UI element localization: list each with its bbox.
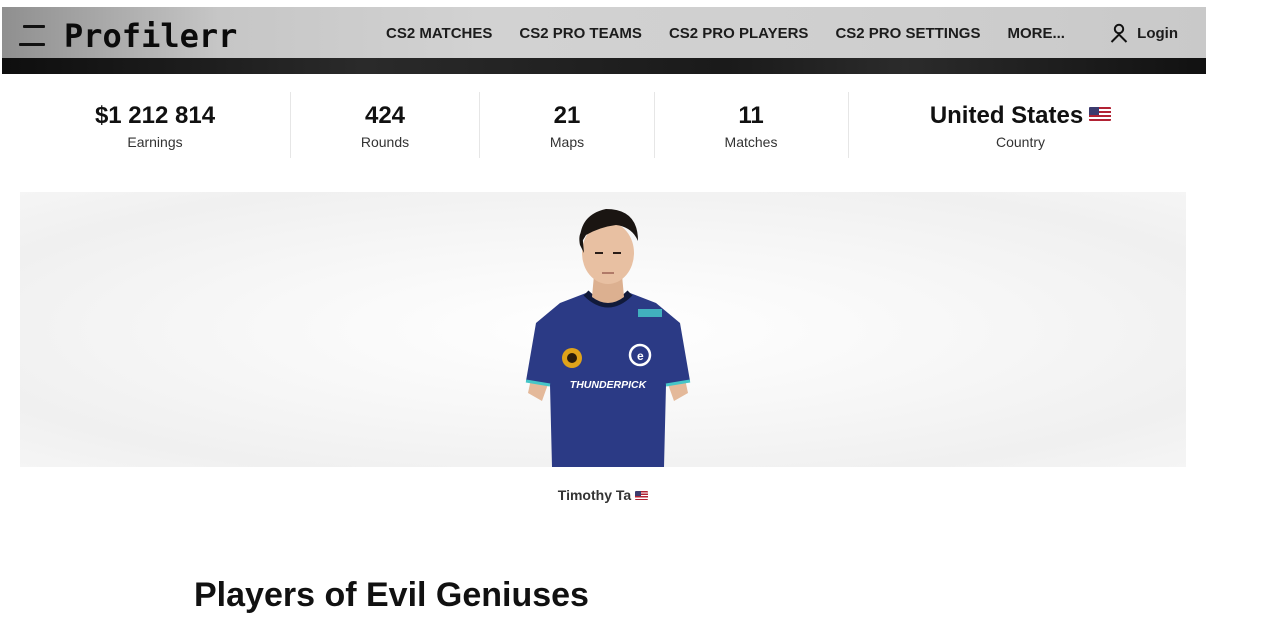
stat-country: United States Country: [849, 92, 1192, 158]
nav-cs2-pro-settings[interactable]: CS2 PRO SETTINGS: [835, 25, 980, 42]
stat-earnings-label: Earnings: [127, 134, 183, 150]
stat-rounds-label: Rounds: [360, 134, 410, 150]
nav-cs2-matches[interactable]: CS2 MATCHES: [386, 25, 492, 42]
stat-maps: 21 Maps: [480, 92, 654, 158]
nav-cs2-pro-players[interactable]: CS2 PRO PLAYERS: [669, 25, 809, 42]
header-banner-strip: [2, 58, 1206, 74]
us-flag-icon: [635, 491, 649, 500]
section-title: Players of Evil Geniuses: [194, 576, 589, 614]
site-header: Profilerr CS2 MATCHES CS2 PRO TEAMS CS2 …: [2, 7, 1206, 74]
login-label: Login: [1137, 24, 1178, 42]
login-button[interactable]: Login: [1109, 23, 1178, 43]
player-photo: e THUNDERPICK: [525, 209, 691, 467]
player-caption: Timothy Ta: [0, 487, 1206, 503]
stat-maps-label: Maps: [549, 134, 585, 150]
nav-more[interactable]: MORE...: [1007, 25, 1065, 42]
nav-cs2-pro-teams[interactable]: CS2 PRO TEAMS: [519, 25, 642, 42]
stat-maps-value: 21: [553, 102, 581, 129]
svg-text:e: e: [637, 349, 644, 363]
player-stats: $1 212 814 Earnings 424 Rounds 21 Maps 1…: [20, 92, 1206, 158]
us-flag-icon: [1089, 107, 1112, 121]
stat-earnings-value: $1 212 814: [94, 102, 216, 129]
stat-matches-value: 11: [738, 102, 764, 129]
main-nav: CS2 MATCHES CS2 PRO TEAMS CS2 PRO PLAYER…: [386, 25, 1065, 42]
country-name: United States: [929, 102, 1084, 129]
site-logo[interactable]: Profilerr: [64, 17, 237, 55]
stat-country-value: United States: [849, 102, 1192, 130]
stat-matches: 11 Matches: [655, 92, 847, 158]
stat-country-label: Country: [995, 134, 1046, 150]
stat-earnings: $1 212 814 Earnings: [20, 92, 290, 158]
stat-rounds: 424 Rounds: [291, 92, 479, 158]
hamburger-menu-icon[interactable]: [19, 23, 47, 47]
user-icon: [1110, 23, 1128, 43]
jersey-sponsor-text: THUNDERPICK: [570, 379, 648, 391]
stat-matches-label: Matches: [724, 134, 778, 150]
stat-rounds-value: 424: [364, 102, 406, 129]
player-name[interactable]: Timothy Ta: [558, 487, 631, 503]
